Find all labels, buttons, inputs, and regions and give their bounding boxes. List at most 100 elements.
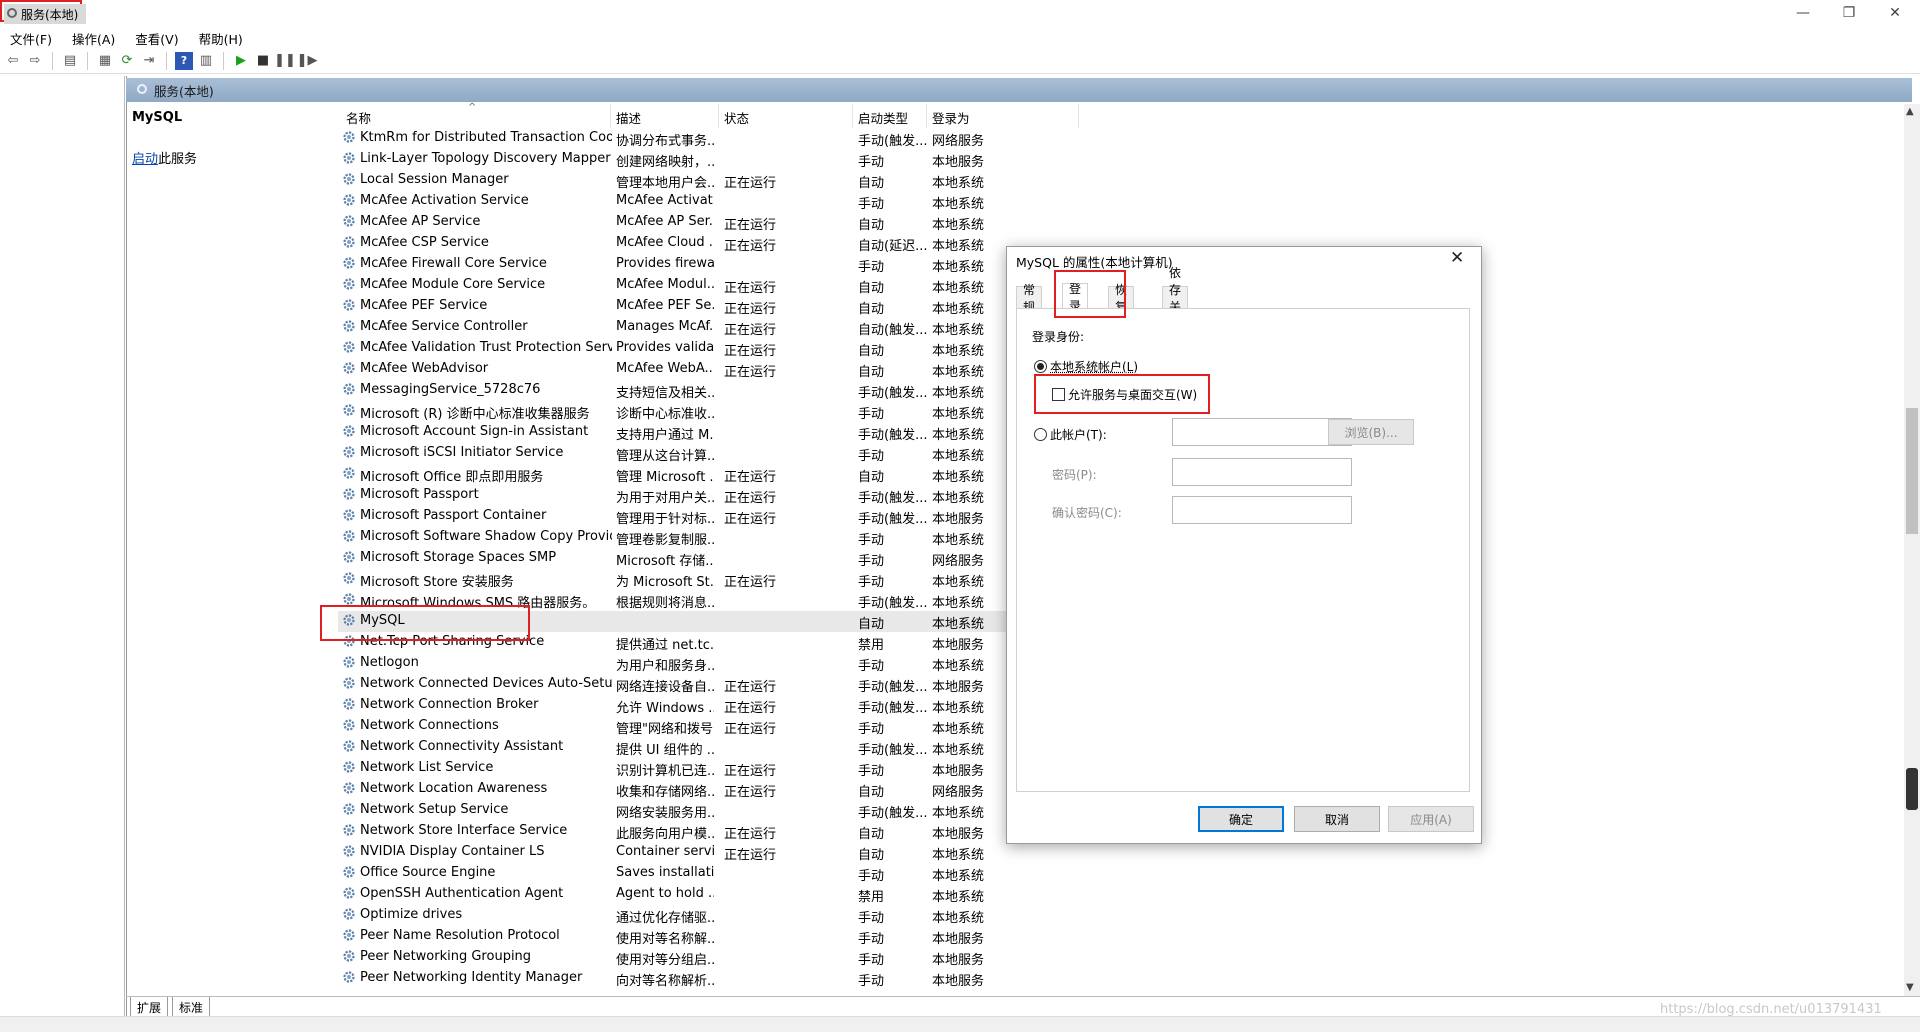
table-row[interactable]: McAfee Activation Service McAfee Activati…: [338, 191, 1098, 212]
restore-icon[interactable]: ❐: [1826, 0, 1872, 26]
table-row[interactable]: OpenSSH Authentication Agent Agent to hol…: [338, 884, 1098, 905]
close-window-icon[interactable]: ✕: [1872, 0, 1918, 26]
column-header-description[interactable]: 描述: [616, 108, 641, 127]
column-divider[interactable]: [610, 104, 611, 128]
cancel-button[interactable]: 取消: [1294, 806, 1380, 832]
table-row[interactable]: Network Setup Service 网络安装服务用... 手动(触发... 本…: [338, 800, 1098, 821]
scroll-down-icon[interactable]: ▼: [1906, 982, 1914, 993]
start-service-link[interactable]: 启动: [132, 152, 158, 167]
table-row[interactable]: McAfee Firewall Core Service Provides fir…: [338, 254, 1098, 275]
table-row[interactable]: Network Location Awareness 收集和存储网络... 正在运行…: [338, 779, 1098, 800]
local-system-label[interactable]: 本地系统帐户(L): [1050, 358, 1138, 375]
table-row[interactable]: Microsoft Store 安装服务 为 Microsoft St... 正在运…: [338, 569, 1098, 590]
help-icon[interactable]: ?: [175, 51, 193, 70]
column-divider[interactable]: [926, 104, 927, 128]
table-row[interactable]: Microsoft Software Shadow Copy Provid...…: [338, 527, 1098, 548]
scroll-up-icon[interactable]: ▲: [1906, 106, 1914, 117]
start-service-icon[interactable]: ▶: [232, 52, 250, 70]
service-logon-as: 本地系统: [932, 407, 985, 422]
menu-file[interactable]: 文件(F): [0, 26, 62, 48]
back-arrow-icon[interactable]: ⇦: [4, 52, 22, 70]
column-divider[interactable]: [852, 104, 853, 128]
table-row[interactable]: Optimize drives 通过优化存储驱... 手动 本地系统: [338, 905, 1098, 926]
table-row[interactable]: Network Connected Devices Auto-Setup 网络连接…: [338, 674, 1098, 695]
table-row[interactable]: Microsoft Storage Spaces SMP Microsoft 存储…: [338, 548, 1098, 569]
table-row[interactable]: Link-Layer Topology Discovery Mapper 创建网络…: [338, 149, 1098, 170]
vertical-scrollbar[interactable]: [1904, 104, 1920, 996]
table-row[interactable]: NVIDIA Display Container LS Container ser…: [338, 842, 1098, 863]
tab-general[interactable]: 常规: [1016, 283, 1043, 314]
service-description: 此服务向用户模...: [616, 827, 714, 842]
table-row[interactable]: Netlogon 为用户和服务身... 手动 本地系统: [338, 653, 1098, 674]
table-row[interactable]: Peer Name Resolution Protocol 使用对等名称解... 手…: [338, 926, 1098, 947]
table-row[interactable]: Network Connectivity Assistant 提供 UI 组件的 …: [338, 737, 1098, 758]
table-row[interactable]: Office Source Engine Saves installati... 手…: [338, 863, 1098, 884]
service-status: 正在运行: [724, 239, 777, 254]
table-row[interactable]: McAfee Module Core Service McAfee Modul..…: [338, 275, 1098, 296]
column-divider[interactable]: [1078, 104, 1079, 128]
account-input[interactable]: [1172, 418, 1352, 446]
table-row[interactable]: Peer Networking Identity Manager 向对等名称解析.…: [338, 968, 1098, 989]
table-row[interactable]: Network List Service 识别计算机已连... 正在运行 手动 本地服务: [338, 758, 1098, 779]
confirm-password-input[interactable]: [1172, 496, 1352, 524]
gear-icon: [342, 424, 356, 438]
service-description: Microsoft 存储...: [616, 554, 714, 569]
restart-service-icon[interactable]: ❚▶: [297, 52, 318, 70]
ok-button[interactable]: 确定: [1198, 806, 1284, 832]
column-divider[interactable]: [718, 104, 719, 128]
gear-icon: [342, 550, 356, 564]
column-header-logon-as[interactable]: 登录为: [932, 108, 970, 127]
tree-item-services-local[interactable]: 服务(本地): [4, 4, 86, 24]
table-row[interactable]: McAfee Validation Trust Protection Servi…: [338, 338, 1098, 359]
service-startup-type: 手动(触发...: [858, 701, 928, 716]
table-row[interactable]: Microsoft (R) 诊断中心标准收集器服务 诊断中心标准收... 手动 本地系…: [338, 401, 1098, 422]
side-handle[interactable]: [1906, 768, 1918, 810]
column-header-name[interactable]: 名称: [346, 108, 371, 127]
column-header-status[interactable]: 状态: [724, 108, 749, 127]
service-status: 正在运行: [724, 764, 777, 779]
password-input[interactable]: [1172, 458, 1352, 486]
table-row[interactable]: KtmRm for Distributed Transaction Coor..…: [338, 128, 1098, 149]
local-system-radio[interactable]: [1034, 360, 1047, 373]
menu-view[interactable]: 查看(V): [125, 26, 188, 48]
service-description: McAfee WebA...: [616, 361, 714, 376]
table-row[interactable]: MessagingService_5728c76 支持短信及相关... 手动(触发.…: [338, 380, 1098, 401]
stop-service-icon[interactable]: ■: [254, 52, 272, 70]
browse-button[interactable]: 浏览(B)...: [1328, 419, 1414, 445]
table-row[interactable]: McAfee PEF Service McAfee PEF Se... 正在运行 自动…: [338, 296, 1098, 317]
this-account-radio[interactable]: [1034, 428, 1047, 441]
table-row[interactable]: McAfee AP Service McAfee AP Ser... 正在运行 自动 本…: [338, 212, 1098, 233]
pause-service-icon[interactable]: ❚❚: [274, 52, 296, 70]
table-row[interactable]: Local Session Manager 管理本地用户会... 正在运行 自动 本地系…: [338, 170, 1098, 191]
table-row[interactable]: McAfee WebAdvisor McAfee WebA... 正在运行 自动 本地系…: [338, 359, 1098, 380]
minimize-icon[interactable]: —: [1780, 0, 1826, 26]
show-console-tree-icon[interactable]: ▤: [61, 52, 79, 70]
column-header-startup-type[interactable]: 启动类型: [858, 108, 908, 127]
table-row[interactable]: Network Store Interface Service 此服务向用户模..…: [338, 821, 1098, 842]
this-account-label[interactable]: 此帐户(T):: [1050, 426, 1107, 443]
table-row[interactable]: Peer Networking Grouping 使用对等分组启... 手动 本地服务: [338, 947, 1098, 968]
table-row[interactable]: Microsoft Office 即点即用服务 管理 Microsoft ... 正…: [338, 464, 1098, 485]
table-row[interactable]: Microsoft Passport Container 管理用于针对标... 正在…: [338, 506, 1098, 527]
table-row[interactable]: Network Connections 管理"网络和拨号... 正在运行 手动 本地系统: [338, 716, 1098, 737]
forward-arrow-icon[interactable]: ⇨: [26, 52, 44, 70]
dialog-close-icon[interactable]: ✕: [1450, 248, 1464, 268]
vertical-scrollbar-thumb[interactable]: [1906, 408, 1918, 534]
export-list-icon[interactable]: ⇥: [140, 52, 158, 70]
properties-icon[interactable]: ▦: [96, 52, 114, 70]
refresh-icon[interactable]: ⟳: [118, 52, 136, 70]
apply-button[interactable]: 应用(A): [1388, 806, 1474, 832]
show-action-pane-icon[interactable]: ▥: [197, 52, 215, 70]
menu-action[interactable]: 操作(A): [62, 26, 125, 48]
table-row[interactable]: Microsoft Account Sign-in Assistant 支持用户通…: [338, 422, 1098, 443]
tab-standard[interactable]: 标准: [172, 997, 211, 1017]
tab-extended[interactable]: 扩展: [130, 997, 169, 1017]
table-row[interactable]: McAfee Service Controller Manages McAf...…: [338, 317, 1098, 338]
table-row[interactable]: McAfee CSP Service McAfee Cloud ... 正在运行 自动…: [338, 233, 1098, 254]
table-row[interactable]: Microsoft Passport 为用于对用户关... 正在运行 手动(触发...…: [338, 485, 1098, 506]
menu-help[interactable]: 帮助(H): [189, 26, 253, 48]
table-row[interactable]: Network Connection Broker 允许 Windows ... 正…: [338, 695, 1098, 716]
table-row[interactable]: Microsoft iSCSI Initiator Service 管理从这台计算…: [338, 443, 1098, 464]
tab-dependencies[interactable]: 依存关系: [1162, 266, 1189, 331]
logon-as-label: 登录身份:: [1032, 330, 1085, 344]
